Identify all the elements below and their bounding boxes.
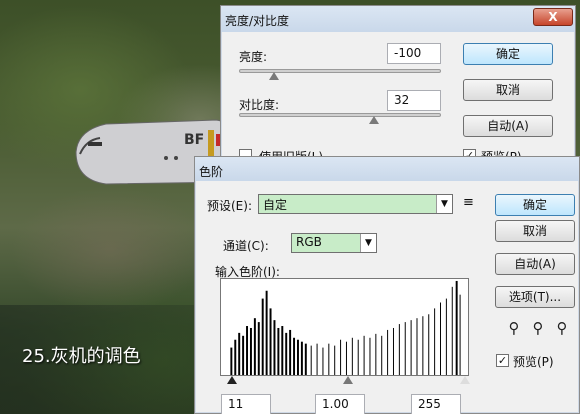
- brightness-contrast-dialog: 亮度/对比度 X 亮度: -100 对比度: 32 使用旧版(L) 确定 取消 …: [220, 5, 576, 164]
- black-point-slider[interactable]: [227, 376, 237, 384]
- options-button[interactable]: 选项(T)...: [495, 286, 575, 308]
- preview-label: 预览(P): [513, 355, 554, 369]
- preset-value: 自定: [263, 198, 288, 212]
- black-eyedropper-icon[interactable]: ⚲: [505, 319, 523, 337]
- preview-checkbox[interactable]: ✓: [496, 354, 509, 367]
- dialog-title: 亮度/对比度: [225, 14, 290, 28]
- histogram-bars: [230, 280, 461, 375]
- preset-label: 预设(E):: [207, 199, 252, 213]
- white-eyedropper-icon[interactable]: ⚲: [553, 319, 571, 337]
- white-point-slider[interactable]: [460, 376, 470, 384]
- gray-eyedropper-icon[interactable]: ⚲: [529, 319, 547, 337]
- contrast-slider-track[interactable]: [239, 113, 441, 117]
- chevron-down-icon: ▼: [436, 195, 452, 213]
- auto-button[interactable]: 自动(A): [463, 115, 553, 137]
- brightness-label: 亮度:: [239, 50, 268, 64]
- caption-text: 25.灰机的调色: [22, 346, 141, 367]
- ok-button[interactable]: 确定: [495, 194, 575, 216]
- titlebar[interactable]: 亮度/对比度 X: [221, 6, 575, 32]
- close-button[interactable]: X: [533, 8, 573, 26]
- dialog-title: 色阶: [199, 165, 224, 179]
- cancel-button[interactable]: 取消: [463, 79, 553, 101]
- preset-select[interactable]: 自定 ▼: [258, 194, 453, 214]
- channel-value: RGB: [296, 235, 322, 249]
- levels-histogram: [220, 278, 469, 376]
- chevron-down-icon: ▼: [360, 234, 376, 252]
- brightness-slider-thumb[interactable]: [269, 72, 279, 80]
- brightness-input[interactable]: -100: [387, 43, 441, 64]
- ok-button[interactable]: 确定: [463, 43, 553, 65]
- input-white-field[interactable]: 255: [411, 394, 461, 414]
- contrast-slider-thumb[interactable]: [369, 116, 379, 124]
- preset-options-icon[interactable]: ≡: [463, 195, 474, 210]
- contrast-label: 对比度:: [239, 98, 280, 112]
- input-gamma-field[interactable]: 1.00: [315, 394, 365, 414]
- contrast-input[interactable]: 32: [387, 90, 441, 111]
- channel-label: 通道(C):: [223, 239, 269, 253]
- svg-text:BF: BF: [184, 132, 204, 148]
- channel-select[interactable]: RGB ▼: [291, 233, 377, 253]
- cancel-button[interactable]: 取消: [495, 220, 575, 242]
- input-black-field[interactable]: 11: [221, 394, 271, 414]
- auto-button[interactable]: 自动(A): [495, 253, 575, 275]
- titlebar[interactable]: 色阶: [195, 157, 579, 181]
- gamma-slider[interactable]: [343, 376, 353, 384]
